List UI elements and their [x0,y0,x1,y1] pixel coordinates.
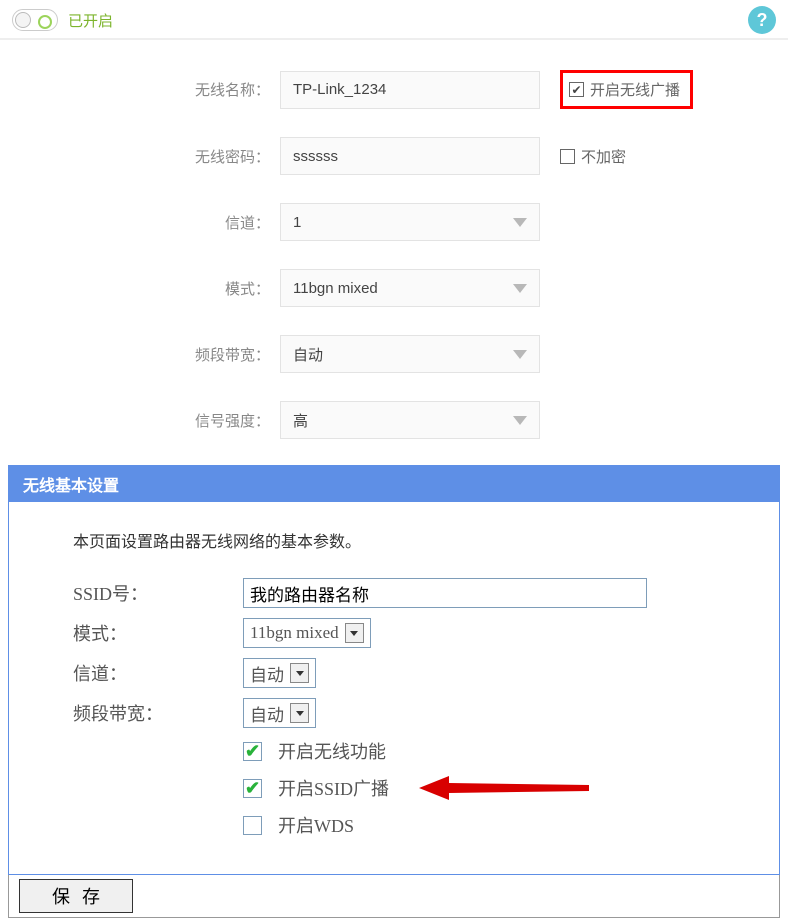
chevron-down-icon [345,623,364,643]
password-input[interactable] [280,137,540,175]
arrow-annotation-icon [419,774,589,802]
enable-wireless-checkbox[interactable]: ✔ 开启无线功能 [243,738,739,764]
channel-label: 信道： [0,212,280,233]
bandwidth-label: 频段带宽： [0,344,280,365]
wireless-toggle[interactable] [12,9,58,31]
panel-desc: 本页面设置路由器无线网络的基本参数。 [73,528,739,552]
enable-wds-label: 开启WDS [278,812,354,838]
bandwidth2-value: 自动 [250,701,284,726]
channel2-value: 自动 [250,661,284,686]
mode-label: 模式： [0,278,280,299]
chevron-down-icon [513,416,527,425]
broadcast-checkbox[interactable]: ✔ 开启无线广播 [560,70,693,109]
chevron-down-icon [290,703,309,723]
ssid-input[interactable] [280,71,540,109]
enable-wireless-label: 开启无线功能 [278,738,386,764]
wireless-basic-panel: 无线基本设置 本页面设置路由器无线网络的基本参数。 SSID号： 模式： 11b… [8,465,780,875]
enable-wds-checkbox[interactable]: 开启WDS [243,812,739,838]
help-icon[interactable]: ? [748,6,776,34]
bandwidth2-select[interactable]: 自动 [243,698,316,728]
noenc-checkbox[interactable]: 不加密 [560,146,626,167]
enable-ssid-broadcast-label: 开启SSID广播 [278,775,389,801]
channel2-label: 信道： [73,660,243,686]
channel-select[interactable]: 1 [280,203,540,241]
chevron-down-icon [290,663,309,683]
chevron-down-icon [513,218,527,227]
ssid2-input[interactable] [243,578,647,608]
chevron-down-icon [513,284,527,293]
mode2-label: 模式： [73,620,243,646]
save-button[interactable]: 保存 [19,879,133,913]
wireless-status: 已开启 [68,10,113,31]
channel2-select[interactable]: 自动 [243,658,316,688]
enable-ssid-broadcast-checkbox[interactable]: ✔ 开启SSID广播 [243,774,739,802]
signal-value: 高 [293,410,308,431]
signal-label: 信号强度： [0,410,280,431]
password-label: 无线密码： [0,146,280,167]
broadcast-label: 开启无线广播 [590,79,680,100]
bandwidth-select[interactable]: 自动 [280,335,540,373]
ssid-label: 无线名称： [0,79,280,100]
mode2-select[interactable]: 11bgn mixed [243,618,371,648]
noenc-label: 不加密 [581,146,626,167]
ssid2-label: SSID号： [73,580,243,606]
mode2-value: 11bgn mixed [250,623,339,643]
mode-value: 11bgn mixed [293,280,378,297]
bandwidth2-label: 频段带宽： [73,700,243,726]
channel-value: 1 [293,214,301,231]
panel-title: 无线基本设置 [9,466,779,502]
mode-select[interactable]: 11bgn mixed [280,269,540,307]
signal-select[interactable]: 高 [280,401,540,439]
bandwidth-value: 自动 [293,344,323,365]
chevron-down-icon [513,350,527,359]
